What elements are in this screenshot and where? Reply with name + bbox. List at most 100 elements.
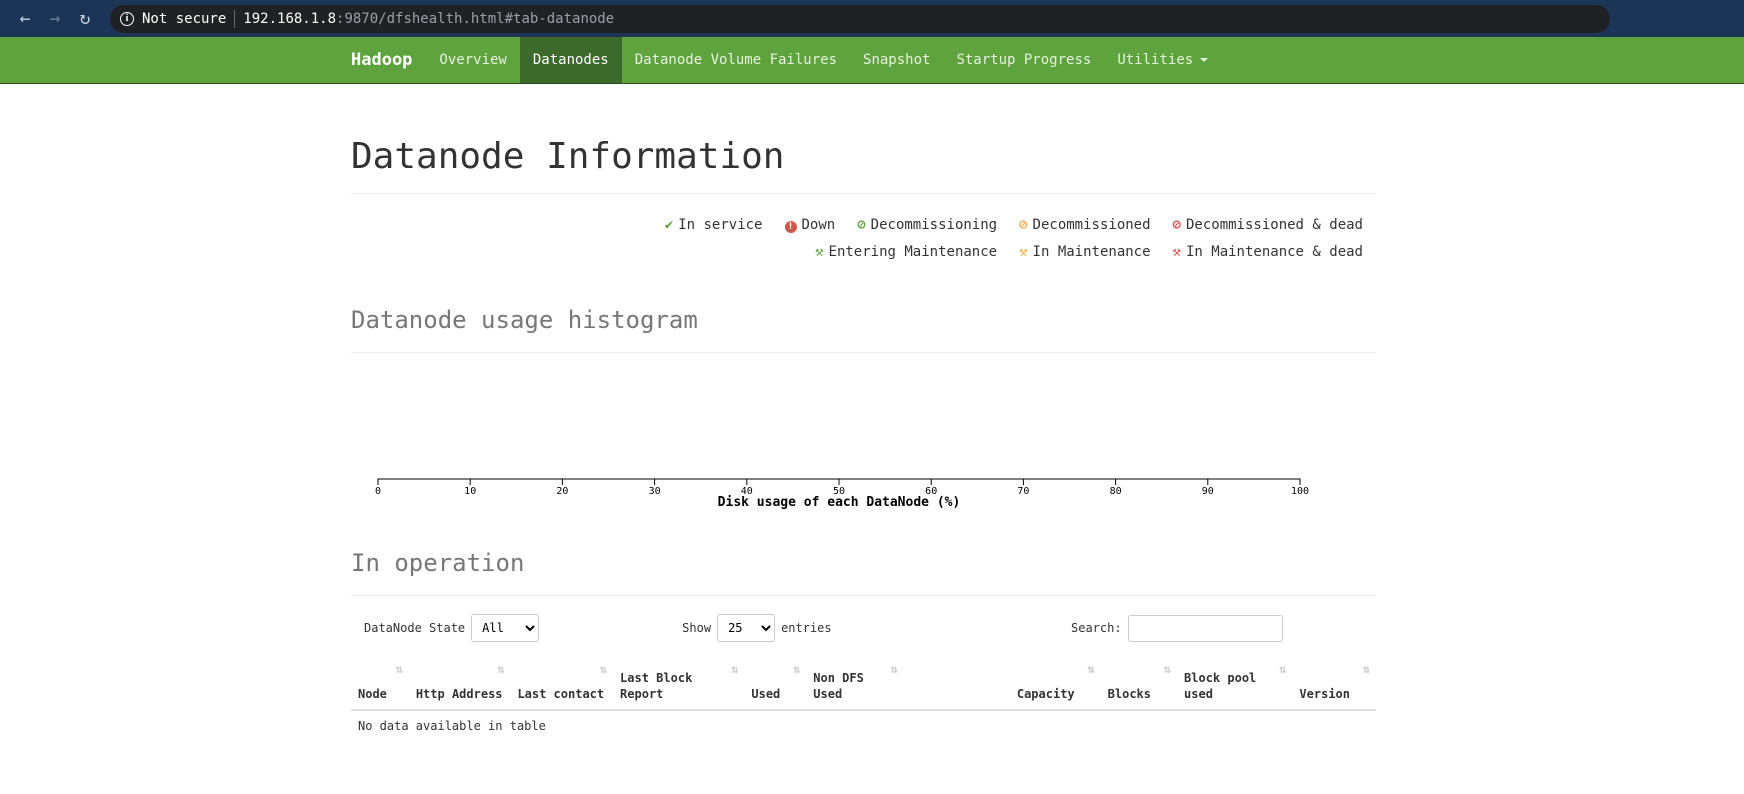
table-controls: DataNode State All Show 25 entries Searc… [351, 614, 1376, 642]
x-tick-label: 20 [556, 486, 568, 497]
check-icon: ✔ [664, 217, 674, 233]
x-axis-label: Disk usage of each DataNode (%) [718, 495, 961, 510]
column-label: Non DFS Used [813, 671, 864, 701]
histogram-svg: 0 10 20 30 40 50 60 70 80 90 100Disk usage of each… [375, 478, 1309, 510]
nav-volume-failures[interactable]: Datanode Volume Failures [622, 37, 850, 83]
page-title: Datanode Information [351, 136, 1376, 194]
nav-datanodes[interactable]: Datanodes [519, 37, 622, 83]
reload-icon[interactable]: ↻ [70, 8, 100, 29]
ban-icon: ⊘ [1172, 217, 1181, 233]
column-label: Block pool used [1184, 671, 1257, 701]
column-header[interactable]: Version ⇅ [1292, 661, 1376, 711]
legend-label: In service [678, 217, 763, 233]
legend-label: In Maintenance & dead [1185, 244, 1363, 260]
column-header[interactable]: Blocks ⇅ [1100, 661, 1178, 711]
info-icon[interactable]: i [120, 11, 134, 26]
column-label: Used [751, 687, 781, 701]
column-label: Blocks [1107, 687, 1152, 701]
sort-icon[interactable]: ⇅ [1363, 661, 1370, 677]
back-icon[interactable]: ← [10, 8, 40, 29]
sort-icon[interactable]: ⇅ [1087, 661, 1094, 677]
brand-link[interactable]: Hadoop [340, 37, 426, 83]
legend-item: ⊘ Decommissioning [857, 217, 997, 233]
sort-icon[interactable]: ⇅ [890, 661, 897, 677]
caret-down-icon [1200, 58, 1209, 62]
legend-item: ⚒ In Maintenance & dead [1173, 244, 1363, 260]
forward-icon[interactable]: → [40, 8, 70, 29]
sort-icon[interactable]: ⇅ [600, 661, 607, 677]
column-header[interactable]: Node ⇅ [351, 661, 409, 711]
operation-title: In operation [351, 549, 1376, 596]
legend-item: ⊘ Decommissioned [1019, 217, 1150, 233]
page-length-select[interactable]: 25 [717, 614, 776, 642]
datanode-state-select[interactable]: All [471, 614, 540, 642]
ban-icon: ⊘ [1019, 217, 1028, 233]
column-label: Node [358, 687, 387, 701]
legend-item: ⚒ In Maintenance [1019, 244, 1150, 260]
main-content: Datanode Information ✔ In service! Down ⊘ De… [351, 84, 1376, 741]
nav-utilities[interactable]: Utilities [1104, 37, 1221, 83]
security-label: Not secure [142, 10, 227, 27]
divider [234, 9, 236, 28]
search-input[interactable] [1127, 614, 1283, 642]
search-label: Search: [1071, 621, 1122, 635]
histogram-title: Datanode usage histogram [351, 306, 1376, 353]
sort-icon[interactable]: ⇅ [1279, 661, 1286, 677]
sort-icon[interactable]: ⇅ [793, 661, 800, 677]
entries-label: entries [781, 621, 832, 635]
column-header[interactable]: Non DFS Used ⇅ [806, 661, 904, 711]
wrench-icon: ⚒ [1172, 244, 1181, 260]
sort-icon[interactable]: ⇅ [497, 661, 504, 677]
browser-toolbar: ← → ↻ i Not secure 192.168.1.8:9870/dfsh… [0, 0, 1744, 37]
column-header[interactable]: Capacity ⇅ [903, 661, 1101, 711]
sort-icon[interactable]: ⇅ [1164, 661, 1171, 677]
legend-item: ! Down [784, 217, 836, 233]
url-host: 192.168.1.8 [243, 10, 337, 27]
legend-label: Entering Maintenance [828, 244, 998, 260]
nav-overview[interactable]: Overview [426, 37, 519, 83]
search-box: Search: [1071, 614, 1283, 642]
table-row: No data available in table [351, 710, 1376, 741]
x-tick-label: 10 [464, 486, 476, 497]
column-header[interactable]: Block pool used ⇅ [1177, 661, 1293, 711]
legend-label: Down [801, 217, 836, 233]
wrench-icon: ⚒ [815, 244, 824, 260]
nav-startup-progress[interactable]: Startup Progress [943, 37, 1104, 83]
address-bar[interactable]: i Not secure 192.168.1.8:9870/dfshealth.… [110, 4, 1610, 33]
column-header[interactable]: Used ⇅ [744, 661, 807, 711]
column-label: Last Block Report [620, 671, 693, 701]
status-legend: ✔ In service! Down ⊘ Decommissioning ⊘ Decommi… [351, 212, 1376, 266]
usage-histogram: 0 10 20 30 40 50 60 70 80 90 100 Disk usage of each… [351, 353, 1376, 543]
column-label: Http Address [415, 687, 503, 701]
legend-item: ⊘ Decommissioned & dead [1173, 217, 1363, 233]
state-label: DataNode State [364, 621, 466, 635]
sort-icon[interactable]: ⇅ [396, 661, 403, 677]
legend-label: Decommissioned & dead [1185, 217, 1363, 233]
datanode-table: Node ⇅ Http Address ⇅ Last contact ⇅ Last Bloc… [351, 661, 1376, 741]
show-label: Show [682, 621, 712, 635]
legend-item: ✔ In service [665, 217, 763, 233]
sort-icon[interactable]: ⇅ [731, 661, 738, 677]
x-tick-label: 0 [375, 486, 381, 497]
column-header[interactable]: Last contact ⇅ [510, 661, 614, 711]
exclamation-circle-icon: ! [784, 221, 797, 233]
column-header[interactable]: Last Block Report ⇅ [613, 661, 745, 711]
x-tick-label: 100 [1291, 486, 1309, 497]
legend-label: In Maintenance [1032, 244, 1151, 260]
nav-snapshot[interactable]: Snapshot [850, 37, 943, 83]
legend-label: Decommissioning [870, 217, 998, 233]
column-label: Capacity [1016, 687, 1075, 701]
legend-item: ⚒ Entering Maintenance [815, 244, 997, 260]
wrench-icon: ⚒ [1019, 244, 1028, 260]
x-tick-label: 30 [649, 486, 661, 497]
column-label: Last contact [517, 687, 605, 701]
url-path: :9870/dfshealth.html#tab-datanode [336, 10, 615, 27]
legend-label: Decommissioned [1032, 217, 1151, 233]
x-tick-label: 70 [1017, 486, 1029, 497]
column-label: Version [1299, 687, 1350, 701]
nav-utilities-label: Utilities [1117, 52, 1194, 68]
ban-icon: ⊘ [857, 217, 866, 233]
column-header[interactable]: Http Address ⇅ [408, 661, 511, 711]
x-tick-label: 90 [1202, 486, 1214, 497]
empty-message: No data available in table [358, 719, 546, 733]
